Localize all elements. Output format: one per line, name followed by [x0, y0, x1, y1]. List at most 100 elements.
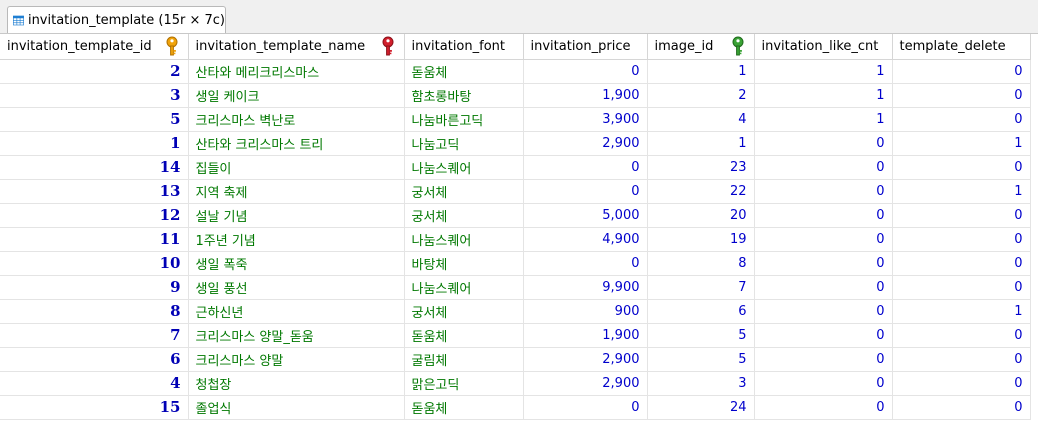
cell-invitation-like-cnt[interactable]: 0 [754, 275, 893, 300]
column-header-template-delete[interactable]: template_delete [892, 34, 1031, 60]
cell-image-id[interactable]: 19 [647, 227, 755, 252]
cell-invitation-font[interactable]: 궁서체 [404, 179, 524, 204]
cell-invitation-price[interactable]: 1,900 [523, 323, 648, 348]
cell-image-id[interactable]: 22 [647, 179, 755, 204]
cell-image-id[interactable]: 6 [647, 299, 755, 324]
cell-image-id[interactable]: 23 [647, 155, 755, 180]
cell-invitation-like-cnt[interactable]: 0 [754, 203, 893, 228]
cell-template-delete[interactable]: 0 [892, 323, 1031, 348]
cell-invitation-like-cnt[interactable]: 0 [754, 395, 893, 420]
cell-invitation-price[interactable]: 9,900 [523, 275, 648, 300]
cell-invitation-font[interactable]: 나눔고딕 [404, 131, 524, 156]
table-row[interactable]: 14 집들이 나눔스퀘어 0 23 0 0 [0, 155, 1031, 180]
cell-invitation-template-id[interactable]: 1 [0, 131, 189, 156]
cell-invitation-price[interactable]: 3,900 [523, 107, 648, 132]
cell-image-id[interactable]: 8 [647, 251, 755, 276]
cell-image-id[interactable]: 20 [647, 203, 755, 228]
cell-invitation-template-name[interactable]: 졸업식 [188, 395, 405, 420]
cell-invitation-price[interactable]: 1,900 [523, 83, 648, 108]
cell-invitation-font[interactable]: 나눔스퀘어 [404, 155, 524, 180]
cell-image-id[interactable]: 24 [647, 395, 755, 420]
table-row[interactable]: 12 설날 기념 궁서체 5,000 20 0 0 [0, 203, 1031, 228]
cell-invitation-template-name[interactable]: 산타와 크리스마스 트리 [188, 131, 405, 156]
cell-template-delete[interactable]: 0 [892, 107, 1031, 132]
cell-invitation-template-name[interactable]: 청첩장 [188, 371, 405, 396]
cell-invitation-price[interactable]: 0 [523, 155, 648, 180]
cell-invitation-template-id[interactable]: 10 [0, 251, 189, 276]
cell-invitation-price[interactable]: 5,000 [523, 203, 648, 228]
table-row[interactable]: 6 크리스마스 양말 굴림체 2,900 5 0 0 [0, 347, 1031, 372]
table-row[interactable]: 3 생일 케이크 함초롱바탕 1,900 2 1 0 [0, 83, 1031, 108]
column-header-invitation-font[interactable]: invitation_font [404, 34, 524, 60]
cell-invitation-template-name[interactable]: 크리스마스 벽난로 [188, 107, 405, 132]
cell-invitation-price[interactable]: 900 [523, 299, 648, 324]
tab-invitation-template[interactable]: invitation_template (15r × 7c) [7, 6, 226, 34]
column-header-invitation-price[interactable]: invitation_price [523, 34, 648, 60]
cell-invitation-template-id[interactable]: 2 [0, 59, 189, 84]
cell-invitation-template-id[interactable]: 11 [0, 227, 189, 252]
table-row[interactable]: 1 산타와 크리스마스 트리 나눔고딕 2,900 1 0 1 [0, 131, 1031, 156]
cell-template-delete[interactable]: 0 [892, 59, 1031, 84]
cell-invitation-like-cnt[interactable]: 0 [754, 323, 893, 348]
cell-invitation-template-id[interactable]: 4 [0, 371, 189, 396]
cell-template-delete[interactable]: 0 [892, 227, 1031, 252]
cell-invitation-price[interactable]: 0 [523, 179, 648, 204]
cell-invitation-font[interactable]: 함초롱바탕 [404, 83, 524, 108]
cell-invitation-like-cnt[interactable]: 1 [754, 107, 893, 132]
cell-invitation-template-name[interactable]: 집들이 [188, 155, 405, 180]
cell-template-delete[interactable]: 0 [892, 347, 1031, 372]
cell-template-delete[interactable]: 0 [892, 251, 1031, 276]
cell-invitation-like-cnt[interactable]: 0 [754, 347, 893, 372]
cell-image-id[interactable]: 2 [647, 83, 755, 108]
cell-invitation-template-name[interactable]: 지역 축제 [188, 179, 405, 204]
cell-invitation-template-id[interactable]: 13 [0, 179, 189, 204]
cell-invitation-template-name[interactable]: 생일 풍선 [188, 275, 405, 300]
cell-image-id[interactable]: 5 [647, 347, 755, 372]
data-grid[interactable]: invitation_template_id invitation_templa… [0, 34, 1031, 420]
cell-invitation-font[interactable]: 나눔스퀘어 [404, 275, 524, 300]
cell-invitation-template-name[interactable]: 산타와 메리크리스마스 [188, 59, 405, 84]
cell-invitation-template-id[interactable]: 9 [0, 275, 189, 300]
cell-template-delete[interactable]: 1 [892, 131, 1031, 156]
cell-invitation-template-name[interactable]: 크리스마스 양말_돋움 [188, 323, 405, 348]
table-row[interactable]: 5 크리스마스 벽난로 나눔바른고딕 3,900 4 1 0 [0, 107, 1031, 132]
cell-invitation-font[interactable]: 바탕체 [404, 251, 524, 276]
cell-invitation-template-name[interactable]: 근하신년 [188, 299, 405, 324]
cell-image-id[interactable]: 4 [647, 107, 755, 132]
table-row[interactable]: 2 산타와 메리크리스마스 돋움체 0 1 1 0 [0, 59, 1031, 84]
cell-template-delete[interactable]: 0 [892, 371, 1031, 396]
cell-image-id[interactable]: 5 [647, 323, 755, 348]
cell-invitation-price[interactable]: 2,900 [523, 371, 648, 396]
cell-invitation-price[interactable]: 2,900 [523, 131, 648, 156]
cell-invitation-like-cnt[interactable]: 1 [754, 59, 893, 84]
cell-template-delete[interactable]: 0 [892, 83, 1031, 108]
cell-invitation-font[interactable]: 궁서체 [404, 299, 524, 324]
table-row[interactable]: 11 1주년 기념 나눔스퀘어 4,900 19 0 0 [0, 227, 1031, 252]
cell-invitation-template-id[interactable]: 6 [0, 347, 189, 372]
cell-invitation-template-name[interactable]: 크리스마스 양말 [188, 347, 405, 372]
cell-invitation-template-id[interactable]: 12 [0, 203, 189, 228]
cell-invitation-template-id[interactable]: 7 [0, 323, 189, 348]
cell-invitation-template-id[interactable]: 15 [0, 395, 189, 420]
table-row[interactable]: 9 생일 풍선 나눔스퀘어 9,900 7 0 0 [0, 275, 1031, 300]
cell-invitation-template-name[interactable]: 생일 폭죽 [188, 251, 405, 276]
cell-invitation-font[interactable]: 돋움체 [404, 323, 524, 348]
table-row[interactable]: 7 크리스마스 양말_돋움 돋움체 1,900 5 0 0 [0, 323, 1031, 348]
cell-invitation-like-cnt[interactable]: 0 [754, 227, 893, 252]
table-row[interactable]: 10 생일 폭죽 바탕체 0 8 0 0 [0, 251, 1031, 276]
cell-invitation-price[interactable]: 2,900 [523, 347, 648, 372]
cell-invitation-like-cnt[interactable]: 0 [754, 131, 893, 156]
cell-invitation-font[interactable]: 맑은고딕 [404, 371, 524, 396]
cell-template-delete[interactable]: 0 [892, 275, 1031, 300]
cell-template-delete[interactable]: 0 [892, 155, 1031, 180]
table-row[interactable]: 15 졸업식 돋움체 0 24 0 0 [0, 395, 1031, 420]
cell-invitation-font[interactable]: 궁서체 [404, 203, 524, 228]
cell-invitation-like-cnt[interactable]: 0 [754, 155, 893, 180]
table-row[interactable]: 13 지역 축제 궁서체 0 22 0 1 [0, 179, 1031, 204]
cell-invitation-like-cnt[interactable]: 0 [754, 371, 893, 396]
cell-image-id[interactable]: 1 [647, 59, 755, 84]
cell-invitation-font[interactable]: 돋움체 [404, 59, 524, 84]
table-row[interactable]: 8 근하신년 궁서체 900 6 0 1 [0, 299, 1031, 324]
cell-template-delete[interactable]: 0 [892, 203, 1031, 228]
cell-invitation-price[interactable]: 0 [523, 251, 648, 276]
